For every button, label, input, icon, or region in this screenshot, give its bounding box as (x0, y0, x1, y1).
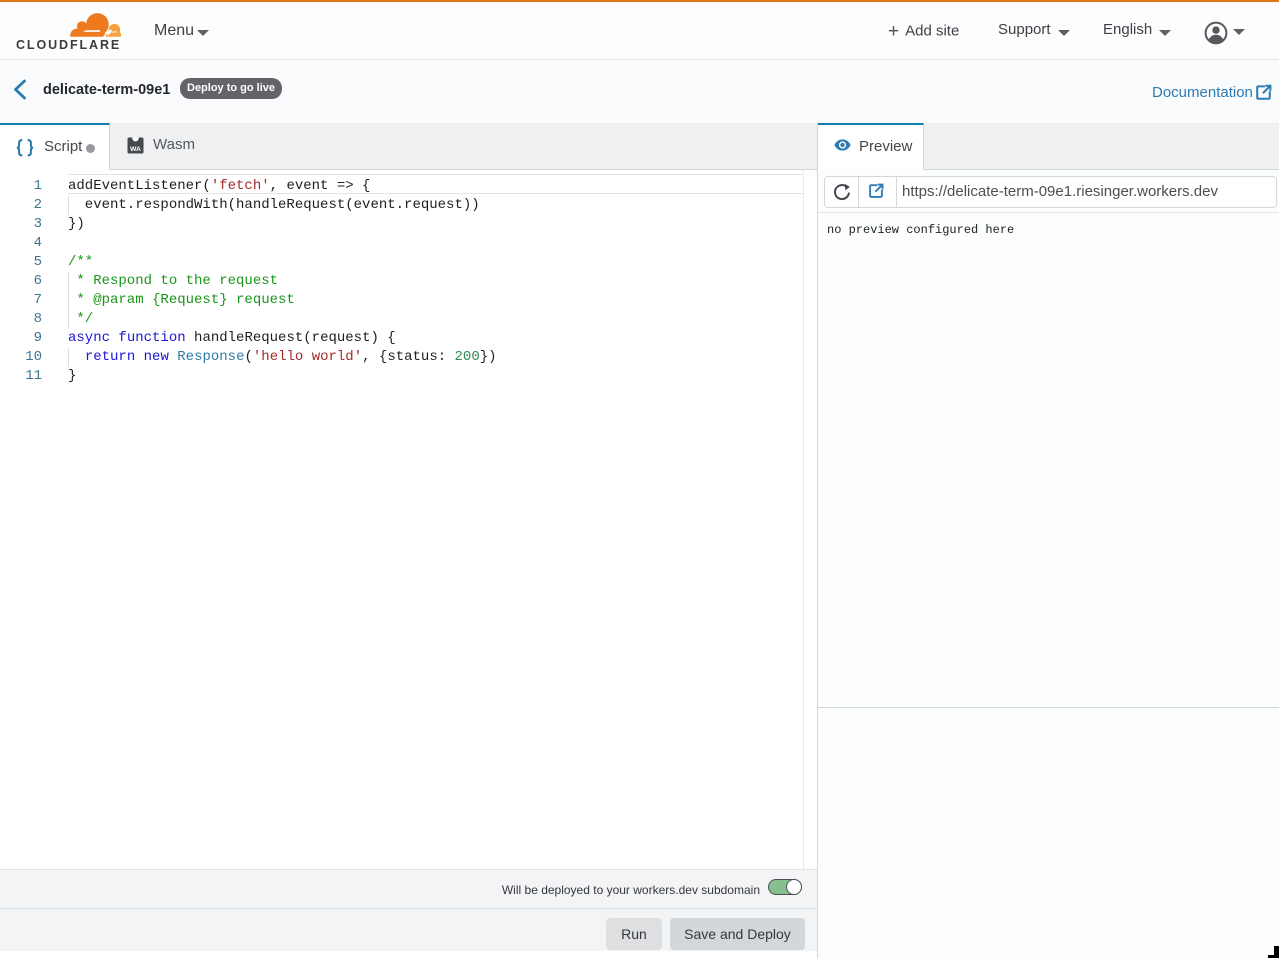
svg-text:CLOUDFLARE: CLOUDFLARE (16, 38, 121, 52)
svg-text:WA: WA (130, 146, 141, 153)
